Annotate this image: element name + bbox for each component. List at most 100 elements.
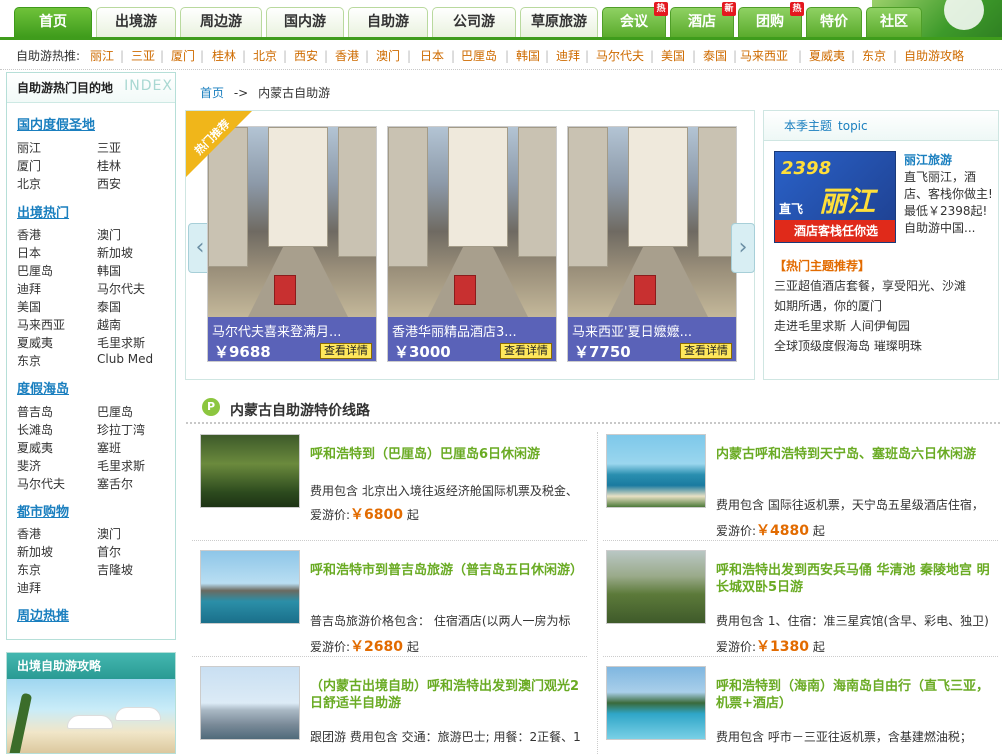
hot-link[interactable]: 泰国 [703,42,727,70]
carousel-slide[interactable]: 香港华丽精品酒店3... ￥3000 查看详情 [387,126,557,362]
route-item[interactable]: 呼和浩特到（巴厘岛）巴厘岛6日休闲游 费用包含 北京出入境往返经济舱国际机票及税… [200,434,600,544]
dest-link[interactable]: 毛里求斯 [97,334,145,351]
dest-link[interactable]: 长滩岛 [17,421,53,438]
dest-link[interactable]: 迪拜 [17,579,41,596]
route-title[interactable]: 呼和浩特出发到西安兵马俑 华清池 秦陵地宫 明长城双卧5日游 [716,562,996,596]
dest-link[interactable]: 泰国 [97,298,121,315]
hot-link[interactable]: 三亚 [131,42,155,70]
hot-link[interactable]: 夏威夷 [809,42,845,70]
hot-link[interactable]: 美国 [661,42,685,70]
topic-link[interactable]: 全球顶级度假海岛 璀璨明珠 [774,337,922,354]
dest-link[interactable]: 马尔代夫 [97,280,145,297]
cat-nearby[interactable]: 周边热推 [17,605,69,624]
route-title[interactable]: （内蒙古出境自助）呼和浩特出发到澳门观光2日舒适半自助游 [310,678,590,712]
dest-link[interactable]: 普吉岛 [17,403,53,420]
hot-link[interactable]: 马尔代夫 [596,42,644,70]
dest-link[interactable]: 马来西亚 [17,316,65,333]
cat-shopping[interactable]: 都市购物 [17,501,69,520]
dest-link[interactable]: 巴厘岛 [97,403,133,420]
hot-link[interactable]: 丽江 [90,42,114,70]
dest-link[interactable]: 东京 [17,352,41,369]
dest-link[interactable]: 毛里求斯 [97,457,145,474]
dest-link[interactable]: 首尔 [97,543,121,560]
dest-link[interactable]: 塞舌尔 [97,475,133,492]
dest-link[interactable]: 厦门 [17,157,41,174]
hot-link[interactable]: 西安 [294,42,318,70]
route-title[interactable]: 呼和浩特市到普吉岛旅游（普吉岛五日休闲游） [310,562,590,579]
lijiang-ad-image[interactable]: 2398 直飞 丽江 酒店客栈任你选 [774,151,896,243]
dest-link[interactable]: 迪拜 [17,280,41,297]
route-item[interactable]: 呼和浩特出发到西安兵马俑 华清池 秦陵地宫 明长城双卧5日游 费用包含 1、住宿… [606,550,1002,660]
route-title[interactable]: 呼和浩特到（巴厘岛）巴厘岛6日休闲游 [310,446,590,463]
hot-link[interactable]: 澳门 [376,42,400,70]
tab-domestic[interactable]: 国内游 [266,7,344,37]
tab-self-guided[interactable]: 自助游 [348,7,428,37]
hot-link[interactable]: 厦门 [171,42,195,70]
route-item[interactable]: 呼和浩特市到普吉岛旅游（普吉岛五日休闲游） 普吉岛旅游价格包含： 住宿酒店(以两… [200,550,600,660]
tab-company[interactable]: 公司游 [432,7,516,37]
breadcrumb-home[interactable]: 首页 [200,86,224,100]
route-item[interactable]: 呼和浩特到（海南）海南岛自由行（直飞三亚，机票+酒店） 费用包含 呼市－三亚往返… [606,666,1002,754]
cat-outbound[interactable]: 出境热门 [17,202,69,221]
hot-link[interactable]: 北京 [253,42,277,70]
hot-link[interactable]: 巴厘岛 [461,42,497,70]
dest-link[interactable]: 塞班 [97,439,121,456]
route-title[interactable]: 内蒙古呼和浩特到天宁岛、塞班岛六日休闲游 [716,446,996,463]
dest-link[interactable]: 珍拉丁湾 [97,421,145,438]
dest-link[interactable]: 吉隆坡 [97,561,133,578]
hot-link[interactable]: 马来西亚 [740,42,788,70]
dest-link[interactable]: 三亚 [97,139,121,156]
dest-link[interactable]: 澳门 [97,226,121,243]
route-item[interactable]: 内蒙古呼和浩特到天宁岛、塞班岛六日休闲游 费用包含 国际往返机票，天宁岛五星级酒… [606,434,1002,544]
tab-groupbuy[interactable]: 团购热 [738,2,804,37]
dest-link[interactable]: 香港 [17,226,41,243]
tab-hotel[interactable]: 酒店新 [670,2,736,37]
dest-link[interactable]: 美国 [17,298,41,315]
dest-link[interactable]: 夏威夷 [17,439,53,456]
tab-grassland[interactable]: 草原旅游 [520,7,598,37]
cat-domestic[interactable]: 国内度假圣地 [17,114,95,133]
dest-link[interactable]: 西安 [97,175,121,192]
hot-link[interactable]: 韩国 [516,42,540,70]
topic-title[interactable]: 丽江旅游 [904,151,952,168]
hot-link[interactable]: 桂林 [212,42,236,70]
carousel-next-button[interactable]: › [731,223,755,273]
dest-link[interactable]: 北京 [17,175,41,192]
hot-link[interactable]: 日本 [420,42,444,70]
dest-link[interactable]: 东京 [17,561,41,578]
topic-link[interactable]: 如期所遇，你的厦门 [774,297,882,314]
hot-link[interactable]: 香港 [335,42,359,70]
tab-specials[interactable]: 特价 [806,7,862,37]
carousel-slide[interactable]: 马来西亚'夏日嬷嬷... ￥7750 查看详情 [567,126,737,362]
dest-link[interactable]: 丽江 [17,139,41,156]
tab-home[interactable]: 首页 [14,7,92,37]
hot-link[interactable]: 迪拜 [556,42,580,70]
tab-nearby[interactable]: 周边游 [180,7,262,37]
dest-link[interactable]: Club Med [97,352,153,366]
view-details-button[interactable]: 查看详情 [680,343,732,359]
dest-link[interactable]: 新加坡 [17,543,53,560]
dest-link[interactable]: 马尔代夫 [17,475,65,492]
route-item[interactable]: （内蒙古出境自助）呼和浩特出发到澳门观光2日舒适半自助游 跟团游 费用包含 交通… [200,666,600,754]
dest-link[interactable]: 桂林 [97,157,121,174]
hot-link[interactable]: 东京 [862,42,886,70]
dest-link[interactable]: 韩国 [97,262,121,279]
cat-islands[interactable]: 度假海岛 [17,378,69,397]
dest-link[interactable]: 越南 [97,316,121,333]
tab-meeting[interactable]: 会议热 [602,2,668,37]
dest-link[interactable]: 夏威夷 [17,334,53,351]
dest-link[interactable]: 斐济 [17,457,41,474]
view-details-button[interactable]: 查看详情 [500,343,552,359]
topic-link[interactable]: 走进毛里求斯 人间伊甸园 [774,317,910,334]
topic-link[interactable]: 三亚超值酒店套餐，享受阳光、沙滩 [774,277,966,294]
view-details-button[interactable]: 查看详情 [320,343,372,359]
hot-link[interactable]: 自助游攻略 [904,42,964,70]
dest-link[interactable]: 香港 [17,525,41,542]
dest-link[interactable]: 澳门 [97,525,121,542]
tab-outbound[interactable]: 出境游 [96,7,176,37]
dest-link[interactable]: 日本 [17,244,41,261]
dest-link[interactable]: 巴厘岛 [17,262,53,279]
route-title[interactable]: 呼和浩特到（海南）海南岛自由行（直飞三亚，机票+酒店） [716,678,996,712]
beach-image[interactable] [7,679,175,753]
dest-link[interactable]: 新加坡 [97,244,133,261]
